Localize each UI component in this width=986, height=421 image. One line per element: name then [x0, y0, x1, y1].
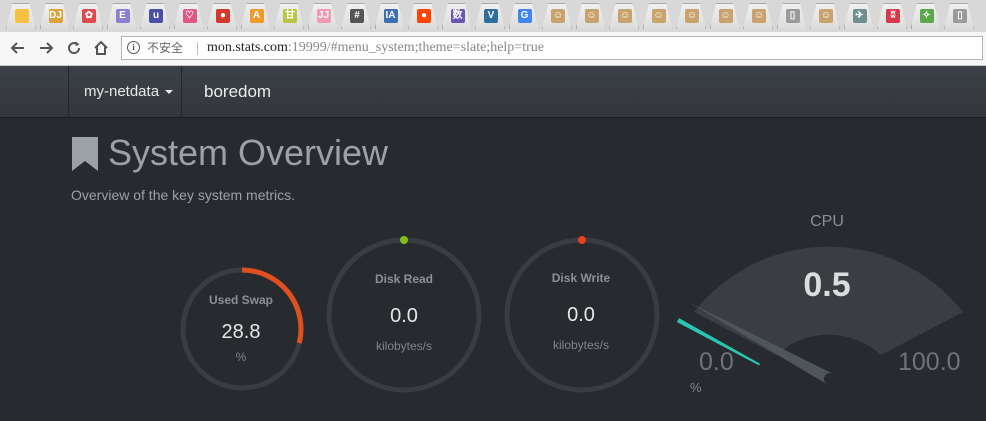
browser-tab[interactable]: A [240, 3, 271, 29]
cpu-gauge[interactable] [660, 225, 986, 421]
used-swap-label: Used Swap [208, 293, 274, 307]
hostname[interactable]: boredom [204, 66, 271, 117]
browser-tab-strip: DJ ✿ Eu ♡ ● A 甘 JJ # IA ● 数 V G ☺ ☺ ☺ ☺ ☺ ☺ ☺ ▯ ☺ ✈ ʬ ✧ ▯ [0, 0, 986, 33]
browser-tab[interactable]: 甘 [274, 3, 304, 29]
browser-tab[interactable]: ☺ [676, 3, 706, 29]
security-label: 不安全 [147, 41, 184, 55]
face-icon: ☺ [685, 9, 699, 23]
e-icon: E [115, 9, 130, 23]
browser-tab[interactable]: ▯ [776, 3, 807, 29]
server-dropdown-label: my-netdata [84, 83, 160, 100]
u-icon: u [149, 9, 163, 23]
browser-tab[interactable]: u [140, 3, 170, 29]
cpu-gauge-unit: % [690, 380, 702, 395]
caret-down-icon [165, 90, 174, 95]
disk-read-label: Disk Read [374, 272, 434, 286]
used-swap-value: 28.8 [221, 321, 261, 343]
reload-icon[interactable] [65, 39, 83, 57]
url-path: :19999/#menu_system;theme=slate;help=tru… [287, 40, 544, 55]
disk-read-indicator [400, 236, 408, 244]
disk-read-unit: kilobytes/s [375, 339, 433, 353]
browser-tab[interactable]: ● [408, 3, 438, 29]
address-separator [197, 42, 198, 55]
face-icon: ☺ [551, 9, 565, 23]
browser-toolbar: i 不安全 mon.stats.com:19999/#menu_system;t… [0, 32, 986, 66]
page-subtitle: Overview of the key system metrics. [71, 187, 296, 203]
red-ball-icon: ● [216, 9, 230, 23]
face-icon: ☺ [584, 9, 599, 23]
disk-write-label: Disk Write [551, 271, 611, 285]
face-icon: ☺ [819, 9, 833, 23]
browser-tab[interactable]: ✈ [843, 3, 874, 29]
browser-tab[interactable] [6, 3, 36, 29]
used-swap-unit: % [235, 350, 247, 364]
browser-tab[interactable]: ● [207, 3, 237, 29]
ia-icon: IA [383, 9, 398, 23]
shu-icon: 数 [450, 9, 465, 23]
bow-icon: ʬ [886, 9, 900, 23]
browser-tab[interactable]: V [475, 3, 505, 29]
browser-tab[interactable]: ☺ [542, 3, 572, 29]
runner-icon: ✧ [919, 9, 934, 23]
browser-tab[interactable]: JJ [307, 3, 338, 29]
bird-icon: ✈ [852, 9, 867, 23]
browser-tab[interactable]: ʬ [877, 3, 907, 29]
google-icon: G [517, 9, 532, 23]
cpu-gauge-max: 100.0 [898, 348, 961, 376]
v-icon: V [484, 9, 498, 23]
chat-icon [15, 9, 29, 23]
page-icon: ▯ [953, 9, 967, 23]
browser-tab[interactable]: ✿ [73, 3, 103, 29]
dj-icon: DJ [48, 9, 63, 23]
browser-tab[interactable]: ♡ [173, 3, 204, 29]
face-icon: ☺ [618, 9, 632, 23]
hanzi-icon: 甘 [283, 9, 297, 23]
address-bar[interactable]: i 不安全 mon.stats.com:19999/#menu_system;t… [121, 36, 983, 60]
paw-icon: ✿ [82, 9, 96, 23]
back-icon[interactable] [9, 39, 27, 57]
heart-icon: ♡ [182, 9, 197, 23]
browser-tab[interactable]: G [508, 3, 539, 29]
forward-icon[interactable] [37, 39, 55, 57]
browser-tab[interactable]: ☺ [743, 3, 773, 29]
disk-write-unit: kilobytes/s [552, 338, 610, 352]
browser-tab[interactable]: ☺ [575, 3, 606, 29]
disk-write-indicator [578, 236, 586, 244]
browser-tab[interactable]: ✧ [910, 3, 941, 29]
browser-tab[interactable]: # [341, 3, 371, 29]
face-icon: ☺ [752, 9, 766, 23]
face-icon: ☺ [718, 9, 733, 23]
disk-read-value: 0.0 [390, 305, 418, 327]
browser-tab[interactable]: IA [374, 3, 405, 29]
info-icon[interactable]: i [127, 41, 140, 54]
url-text: mon.stats.com:19999/#menu_system;theme=s… [207, 37, 544, 59]
browser-tab[interactable]: ☺ [810, 3, 840, 29]
cpu-gauge-value: 0.5 [803, 266, 851, 304]
bookmark-icon [72, 137, 98, 171]
face-icon: ☺ [651, 9, 666, 23]
browser-tab[interactable]: ☺ [609, 3, 639, 29]
disk-write-value: 0.0 [567, 304, 595, 326]
browser-tab[interactable]: E [106, 3, 137, 29]
browser-tab[interactable]: ☺ [709, 3, 740, 29]
server-dropdown[interactable]: my-netdata [68, 66, 182, 117]
url-host: mon.stats.com [207, 40, 288, 55]
page-icon: ▯ [785, 9, 800, 23]
page-title: System Overview [108, 132, 389, 173]
browser-tab[interactable]: ☺ [642, 3, 673, 29]
hash-icon: # [350, 9, 364, 23]
browser-tab[interactable]: ▯ [944, 3, 974, 29]
jj-icon: JJ [316, 9, 331, 23]
cpu-gauge-min: 0.0 [699, 348, 734, 376]
a-icon: A [249, 9, 264, 23]
home-icon[interactable] [92, 39, 110, 57]
browser-tab[interactable]: DJ [39, 3, 70, 29]
reddit-icon: ● [417, 9, 431, 23]
cpu-gauge-title: CPU [810, 213, 844, 230]
netdata-navbar: my-netdata boredom [0, 66, 986, 118]
browser-tab[interactable]: 数 [441, 3, 472, 29]
